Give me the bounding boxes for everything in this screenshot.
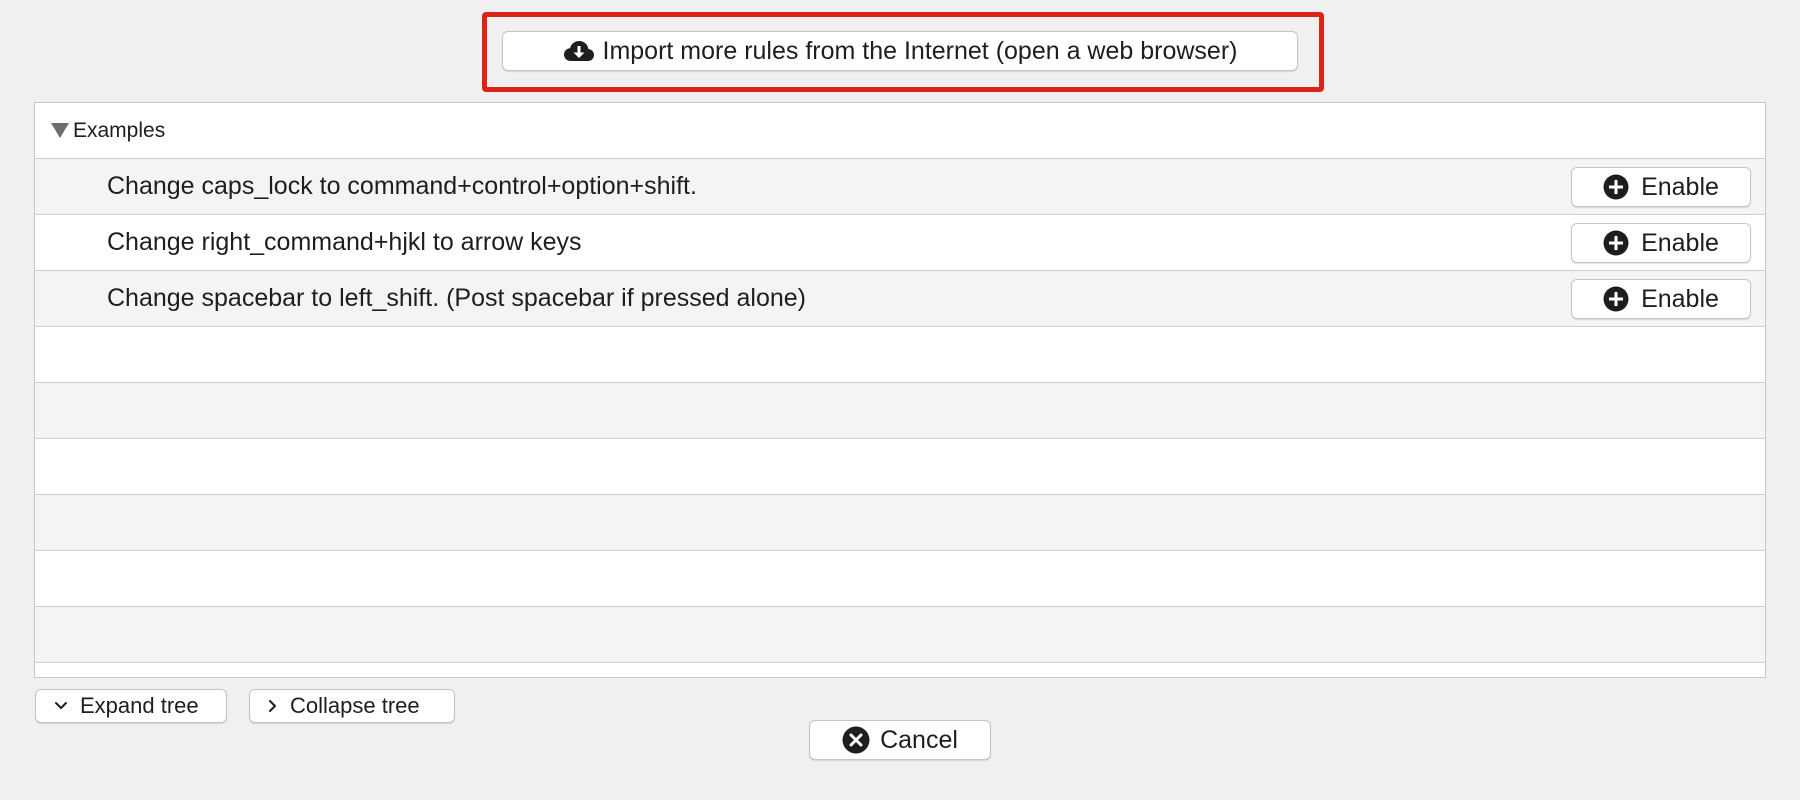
- plus-circle-icon: [1603, 174, 1629, 200]
- group-row-examples[interactable]: Examples: [35, 103, 1765, 159]
- cloud-download-icon: [563, 39, 595, 63]
- collapse-tree-label: Collapse tree: [290, 693, 420, 718]
- cancel-label: Cancel: [880, 725, 958, 754]
- empty-row: [35, 607, 1765, 663]
- cancel-button[interactable]: Cancel: [809, 720, 991, 760]
- empty-row: [35, 663, 1765, 677]
- enable-label: Enable: [1641, 228, 1719, 257]
- empty-row: [35, 439, 1765, 495]
- rule-label: Change spacebar to left_shift. (Post spa…: [107, 284, 807, 312]
- rule-row: Change caps_lock to command+control+opti…: [35, 159, 1765, 215]
- chevron-down-icon: [54, 701, 68, 711]
- close-circle-icon: [842, 726, 870, 754]
- chevron-right-icon: [268, 699, 278, 713]
- enable-button[interactable]: Enable: [1571, 223, 1751, 263]
- empty-row: [35, 495, 1765, 551]
- enable-button[interactable]: Enable: [1571, 167, 1751, 207]
- import-rules-button[interactable]: Import more rules from the Internet (ope…: [502, 31, 1298, 71]
- rules-tree-table: Examples Change caps_lock to command+con…: [34, 102, 1766, 678]
- enable-label: Enable: [1641, 284, 1719, 313]
- import-rules-label: Import more rules from the Internet (ope…: [602, 36, 1238, 65]
- plus-circle-icon: [1603, 286, 1629, 312]
- empty-row: [35, 383, 1765, 439]
- collapse-tree-button[interactable]: Collapse tree: [249, 689, 455, 723]
- plus-circle-icon: [1603, 230, 1629, 256]
- import-rules-dialog: Import more rules from the Internet (ope…: [0, 0, 1800, 800]
- rule-label: Change caps_lock to command+control+opti…: [107, 172, 697, 200]
- enable-label: Enable: [1641, 172, 1719, 201]
- expand-tree-button[interactable]: Expand tree: [35, 689, 227, 723]
- rule-row: Change right_command+hjkl to arrow keys …: [35, 215, 1765, 271]
- enable-button[interactable]: Enable: [1571, 279, 1751, 319]
- expand-tree-label: Expand tree: [80, 693, 199, 718]
- rule-row: Change spacebar to left_shift. (Post spa…: [35, 271, 1765, 327]
- empty-row: [35, 327, 1765, 383]
- group-label: Examples: [73, 118, 166, 142]
- rule-label: Change right_command+hjkl to arrow keys: [107, 228, 582, 256]
- empty-row: [35, 551, 1765, 607]
- disclosure-triangle-icon[interactable]: [51, 123, 69, 138]
